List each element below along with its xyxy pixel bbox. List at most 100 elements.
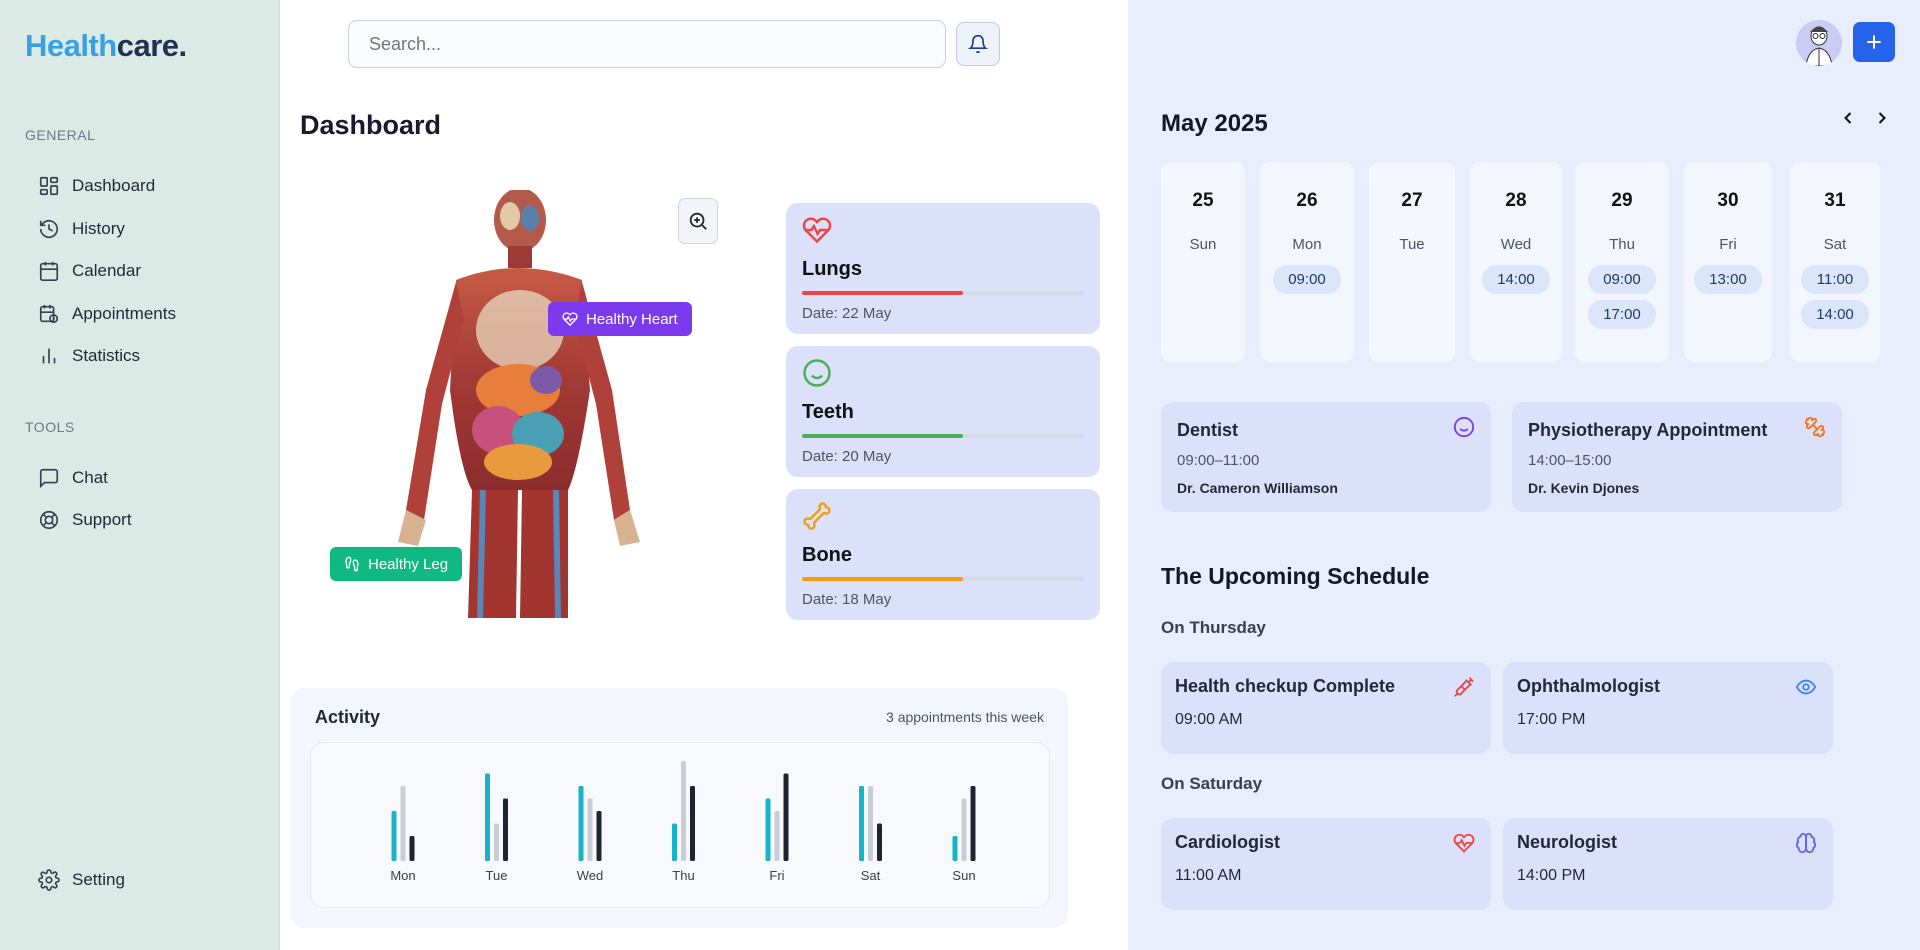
avatar[interactable]: [1796, 20, 1842, 66]
upcoming-thursday-label: On Thursday: [1161, 618, 1266, 637]
calendar-day[interactable]: 26 Mon 09:00: [1260, 162, 1354, 362]
time-slot[interactable]: 09:00: [1588, 265, 1656, 294]
sidebar-item-chat[interactable]: Chat: [38, 467, 108, 489]
dashboard-icon: [39, 176, 59, 196]
bar-wed-3: [596, 811, 602, 861]
search-input[interactable]: [348, 20, 946, 68]
bell-icon: [968, 34, 988, 54]
time-slot[interactable]: 14:00: [1482, 265, 1550, 294]
upcoming-schedule-title: The Upcoming Schedule: [1161, 563, 1430, 589]
calendar-day[interactable]: 29 Thu 09:00 17:00: [1575, 162, 1669, 362]
support-icon: [39, 510, 59, 530]
bar-sun-2: [961, 798, 967, 861]
organ-date: Date: 22 May: [802, 305, 892, 322]
appointment-time: 14:00–15:00: [1528, 452, 1612, 469]
right-panel: May 2025 25 Sun 26 Mon 09:00 27 Tue 28 W…: [1128, 0, 1920, 950]
healthy-leg-tag[interactable]: Healthy Leg: [330, 547, 463, 581]
sidebar-item-calendar[interactable]: Calendar: [38, 260, 141, 282]
organ-date: Date: 20 May: [802, 448, 892, 465]
main-content: Dashboard Healthy Heart: [280, 0, 1128, 950]
sidebar-item-label: Dashboard: [72, 176, 156, 195]
calendar-day[interactable]: 28 Wed 14:00: [1470, 162, 1562, 362]
appointment-doctor: Dr. Kevin Djones: [1528, 480, 1640, 496]
sidebar-item-history[interactable]: History: [38, 218, 125, 240]
time-slot[interactable]: 11:00: [1801, 265, 1869, 294]
sidebar-item-support[interactable]: Support: [38, 509, 132, 531]
day-number: 30: [1717, 190, 1739, 211]
time-slot[interactable]: 09:00: [1273, 265, 1341, 294]
day-weekday: Fri: [1719, 236, 1737, 253]
time-slot[interactable]: 14:00: [1801, 300, 1869, 329]
day-weekday: Tue: [1399, 236, 1425, 253]
calendar-day[interactable]: 25 Sun: [1161, 162, 1245, 362]
calendar-day[interactable]: 27 Tue: [1369, 162, 1455, 362]
sidebar-item-label: Statistics: [72, 346, 141, 365]
healthy-heart-tag[interactable]: Healthy Heart: [548, 302, 692, 336]
statistics-icon: [42, 348, 56, 364]
sidebar-item-label: Support: [72, 510, 132, 529]
organ-name: Bone: [802, 544, 852, 566]
organ-card-bone[interactable]: Bone Date: 18 May: [786, 489, 1100, 620]
activity-title: Activity: [315, 707, 381, 727]
appointments-icon: [39, 304, 59, 324]
organ-card-lungs[interactable]: Lungs Date: 22 May: [786, 203, 1100, 334]
organ-card-teeth[interactable]: Teeth Date: 20 May: [786, 346, 1100, 477]
sidebar-item-appointments[interactable]: Appointments: [38, 303, 176, 325]
x-tick-label: Fri: [769, 868, 784, 883]
upcoming-saturday-label: On Saturday: [1161, 774, 1263, 793]
sidebar-item-dashboard[interactable]: Dashboard: [38, 175, 155, 197]
sidebar-section-tools: TOOLS: [25, 419, 75, 435]
schedule-card-ophthalmologist[interactable]: Ophthalmologist 17:00 PM: [1503, 662, 1833, 754]
sidebar-item-label: Appointments: [72, 304, 176, 323]
calendar-day[interactable]: 30 Fri 13:00: [1684, 162, 1772, 362]
schedule-time: 11:00 AM: [1175, 867, 1242, 884]
calendar-day[interactable]: 31 Sat 11:00 14:00: [1790, 162, 1880, 362]
history-icon: [39, 220, 59, 239]
calendar-month: May 2025: [1161, 110, 1268, 137]
chevron-left-icon[interactable]: [1838, 108, 1858, 128]
chevron-right-icon[interactable]: [1872, 108, 1892, 128]
schedule-card-neurologist[interactable]: Neurologist 14:00 PM: [1503, 818, 1833, 910]
bar-sat-1: [859, 786, 864, 861]
doctor-avatar-icon: [1796, 20, 1842, 66]
time-slot[interactable]: 13:00: [1694, 265, 1762, 294]
progress-fill: [802, 291, 963, 295]
footprints-icon: [345, 556, 359, 572]
zoom-button[interactable]: [678, 198, 718, 244]
bar-sun-3: [970, 786, 976, 861]
add-button[interactable]: [1853, 22, 1895, 62]
day-number: 31: [1824, 190, 1846, 211]
bar-tue-1: [485, 773, 490, 861]
appointment-card-dentist[interactable]: Dentist 09:00–11:00 Dr. Cameron Williams…: [1161, 402, 1491, 512]
eye-icon: [1795, 679, 1817, 695]
app-logo[interactable]: Healthcare.: [25, 28, 187, 64]
plus-icon: [1867, 35, 1881, 49]
x-tick-label: Mon: [390, 868, 415, 883]
appointment-title: Dentist: [1177, 420, 1239, 440]
schedule-card-cardiologist[interactable]: Cardiologist 11:00 AM: [1161, 818, 1491, 910]
appointment-doctor: Dr. Cameron Williamson: [1177, 480, 1338, 496]
sidebar-item-statistics[interactable]: Statistics: [38, 345, 140, 367]
notification-button[interactable]: [956, 22, 1000, 66]
day-number: 29: [1611, 190, 1633, 211]
sidebar-item-label: Setting: [72, 870, 125, 889]
calendar-nav: [1838, 108, 1892, 128]
schedule-card-health-checkup[interactable]: Health checkup Complete 09:00 AM: [1161, 662, 1491, 754]
heart-pulse-icon: [562, 312, 578, 327]
appointment-card-physiotherapy[interactable]: Physiotherapy Appointment 14:00–15:00 Dr…: [1512, 402, 1842, 512]
bar-fri-2: [774, 811, 780, 861]
day-weekday: Sun: [1189, 236, 1217, 253]
day-number: 26: [1296, 190, 1318, 211]
sidebar-item-label: Calendar: [72, 261, 141, 280]
schedule-title: Health checkup Complete: [1175, 676, 1396, 696]
gear-icon: [38, 869, 60, 891]
bone-icon: [803, 502, 831, 530]
day-weekday: Sat: [1823, 236, 1847, 253]
sidebar-item-setting[interactable]: Setting: [38, 869, 125, 891]
smile-icon: [803, 359, 831, 387]
day-number: 25: [1192, 190, 1214, 211]
time-slot[interactable]: 17:00: [1588, 300, 1656, 329]
day-weekday: Mon: [1292, 236, 1322, 253]
schedule-time: 09:00 AM: [1175, 711, 1243, 728]
organ-date: Date: 18 May: [802, 591, 892, 608]
